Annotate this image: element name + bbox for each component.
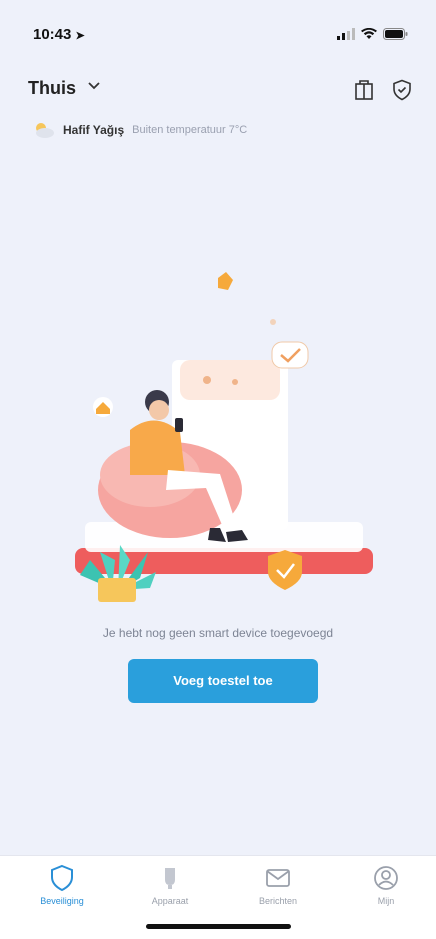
tab-device[interactable]: Apparaat bbox=[130, 864, 210, 906]
tab-security-label: Beveiliging bbox=[40, 896, 84, 906]
home-indicator bbox=[146, 924, 291, 929]
cellular-signal-icon bbox=[337, 28, 355, 40]
shield-icon bbox=[51, 864, 73, 892]
battery-icon bbox=[383, 28, 408, 40]
weather-location: Hafif Yağış bbox=[63, 123, 125, 137]
shield-check-icon[interactable] bbox=[390, 78, 414, 102]
header: Thuis bbox=[0, 70, 436, 110]
status-icons bbox=[337, 28, 408, 40]
tab-messages-label: Berichten bbox=[258, 896, 298, 906]
status-time: 10:43 ➤ bbox=[33, 26, 85, 43]
status-bar: 10:43 ➤ bbox=[0, 0, 436, 60]
tab-security[interactable]: Beveiliging bbox=[22, 864, 102, 906]
status-time-text: 10:43 bbox=[33, 26, 72, 43]
chevron-down-icon[interactable] bbox=[88, 82, 100, 90]
tab-profile-label: Mijn bbox=[377, 896, 395, 906]
device-icon bbox=[165, 868, 175, 889]
empty-state-message: Je hebt nog geen smart device toegevoegd bbox=[102, 626, 334, 640]
store-icon[interactable] bbox=[352, 78, 376, 102]
home-selector[interactable]: Thuis bbox=[28, 78, 76, 99]
mail-icon bbox=[266, 869, 290, 887]
wifi-icon bbox=[361, 28, 377, 39]
empty-state-illustration bbox=[75, 272, 373, 602]
tab-messages[interactable]: Berichten bbox=[238, 864, 318, 906]
add-device-button[interactable]: Voeg toestel toe bbox=[128, 659, 318, 703]
tab-profile[interactable]: Mijn bbox=[346, 864, 426, 906]
profile-icon bbox=[374, 866, 398, 890]
app-screen: 10:43 ➤ Thuis Hafif Yağış Buiten tempera… bbox=[0, 0, 436, 939]
weather-info: Hafif Yağış Buiten temperatuur 7°C bbox=[33, 120, 247, 140]
location-arrow-icon: ➤ bbox=[75, 30, 85, 42]
tab-device-label: Apparaat bbox=[151, 896, 189, 906]
weather-cloud-icon bbox=[36, 123, 54, 138]
weather-detail: Buiten temperatuur 7°C bbox=[132, 124, 248, 136]
